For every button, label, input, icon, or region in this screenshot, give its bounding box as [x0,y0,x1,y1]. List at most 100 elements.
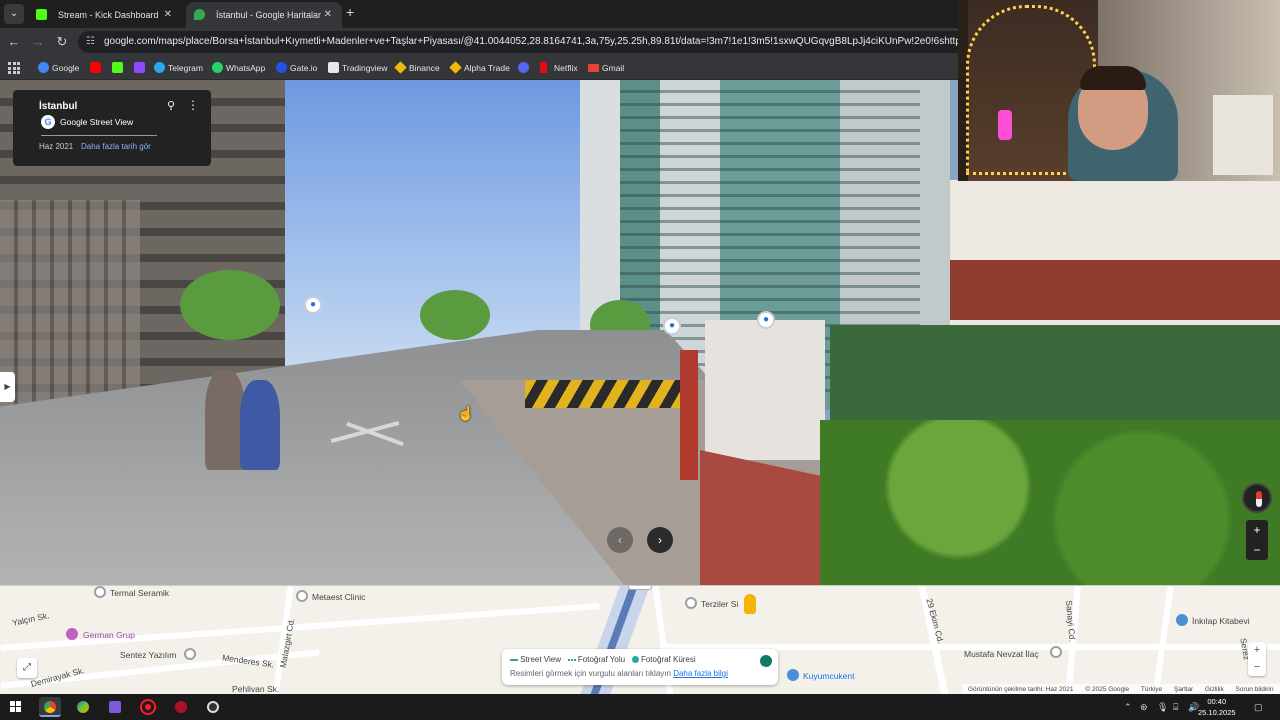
map-zoom-out-button[interactable]: − [1248,659,1266,676]
map-street [0,603,600,651]
bookmark-netflix[interactable]: Netflix [540,56,578,80]
binance-icon [394,61,407,74]
network-icon[interactable]: ⌸ [1173,694,1178,720]
taskbar-chrome[interactable] [39,697,61,717]
photo-path-icon [567,658,576,661]
taskbar-file-explorer[interactable] [104,697,126,717]
poi-shop-icon[interactable] [1176,614,1188,626]
map-label-mustafa: Mustafa Nevzat İlaç [964,649,1039,659]
bookmark-google[interactable]: Google [38,56,79,80]
folder-icon [109,701,121,713]
windows-start-icon[interactable] [10,701,22,713]
obs-icon [207,701,219,713]
bookmark-discord[interactable] [518,56,532,80]
taskbar-app-red[interactable] [170,697,192,717]
google-icon [38,62,49,73]
place-marker-icon[interactable]: ● [663,317,681,335]
map-resize-handle[interactable] [628,586,652,590]
tab-google-maps[interactable]: İstanbul - Google Haritalar ✕ [186,2,342,28]
poi-marker-icon[interactable] [94,586,106,598]
capture-date: Haz 2021 [39,142,74,151]
legend-hint: Resimleri görmek için vurgulu alanları t… [510,669,728,678]
photo-sphere-icon [631,656,639,664]
forward-button[interactable]: → [28,32,48,52]
bookmark-youtube[interactable] [90,56,104,80]
tab-search-button[interactable]: ⌄ [4,4,24,24]
poi-marker-icon[interactable] [66,628,78,640]
next-arrow-icon[interactable]: › [647,527,673,553]
taskbar-opera[interactable] [137,697,159,717]
bookmark-gmail[interactable]: Gmail [588,56,624,80]
map-zoom-in-button[interactable]: + [1248,642,1266,659]
imagery-source: Google Street View [60,117,134,127]
tab-kick-dashboard[interactable]: Stream - Kick Dashboard ✕ [28,2,182,28]
clock-date: 25.10.2025 [1198,708,1236,717]
place-marker-icon[interactable]: ● [304,296,322,314]
poi-marker-icon[interactable] [1050,646,1062,658]
site-info-icon[interactable]: ☷ [86,31,95,53]
location-pin-icon[interactable]: ⚲ [167,99,179,113]
discord-icon [518,62,529,73]
telegram-icon [154,62,165,73]
back-button[interactable]: ← [4,32,24,52]
zoom-in-button[interactable]: + [1246,520,1268,540]
tab-title: İstanbul - Google Haritalar [216,10,322,20]
pedestrian [240,380,280,470]
bookmark-gateio[interactable]: Gate.io [276,56,317,80]
taskbar-clock[interactable]: 00:40 25.10.2025 [1198,696,1236,718]
pedestrian [205,370,245,470]
compass-icon[interactable] [1242,483,1272,513]
poi-marker-icon[interactable] [184,648,196,660]
bookmark-alpha-trade[interactable]: Alpha Trade [449,56,510,80]
poi-marker-icon[interactable] [296,590,308,602]
map-attribution: Görüntünün çekilme tarihi: Haz 2021 © 20… [962,684,1280,694]
mini-map[interactable]: Termal Seramik Metaest Clinic Terziler S… [0,585,1280,694]
bookmark-tradingview[interactable]: Tradingview [328,56,388,80]
new-tab-button[interactable]: + [346,4,354,20]
whatsapp-icon [212,62,223,73]
building-left-facade [0,200,140,420]
side-panel-toggle-icon[interactable]: ▶ [0,372,15,402]
map-label-pehlivan: Pehlivan Sk. [232,684,280,694]
bookmark-kick[interactable] [112,56,126,80]
poi-marker-icon[interactable] [685,597,697,609]
expand-map-icon[interactable]: ⤢ [17,658,37,678]
apps-grid-icon[interactable] [8,62,20,74]
legend-items: Street View Fotoğraf Yolu Fotoğraf Küres… [510,655,696,664]
url-text: google.com/maps/place/Borsa+İstanbul+Kıy… [104,36,1040,47]
legend-toggle-icon[interactable] [760,655,772,667]
notifications-icon[interactable]: ▢ [1254,694,1263,720]
microphone-icon[interactable]: 🎙 [1157,694,1168,720]
zoom-out-button[interactable]: − [1246,540,1268,560]
bookmark-twitch[interactable] [134,56,148,80]
bookmark-telegram[interactable]: Telegram [154,56,203,80]
taskbar-copilot[interactable] [72,697,94,717]
kick-icon [36,9,47,20]
alpha-trade-icon [449,61,462,74]
pegman-icon[interactable] [744,594,756,614]
striped-barrier [525,380,685,408]
poi-shop-icon[interactable] [787,669,799,681]
tray-app-icon[interactable]: ⊛ [1140,694,1148,720]
close-icon[interactable]: ✕ [324,2,332,28]
webcam-overlay [958,0,1280,181]
tab-title: Stream - Kick Dashboard [58,10,159,20]
bookmark-binance[interactable]: Binance [394,56,440,80]
close-icon[interactable]: ✕ [164,2,172,28]
mouse-cursor-icon: ☝ [457,405,475,421]
more-info-link[interactable]: Daha fazla bilgi [673,669,728,678]
brick-pillar [680,350,698,480]
place-marker-icon[interactable]: ● [757,311,775,329]
more-dates-link[interactable]: Daha fazla tarih gör [81,142,151,151]
map-label-inkilap: İnkılap Kitabevi [1192,616,1250,626]
taskbar-obs[interactable] [202,697,224,717]
reload-button[interactable]: ↻ [52,32,72,52]
tray-chevron-icon[interactable]: ⌃ [1124,694,1132,720]
bookmark-whatsapp[interactable]: WhatsApp [212,56,265,80]
previous-arrow-icon[interactable]: ‹ [607,527,633,553]
map-label-yalcin: Yalçın Sk. [11,610,51,628]
street-view-info-card: İstanbul G Google Street View Haz 2021 D… [13,90,211,166]
twitch-icon [134,62,145,73]
chrome-icon [44,701,56,713]
more-options-icon[interactable]: ⋮ [187,98,199,112]
